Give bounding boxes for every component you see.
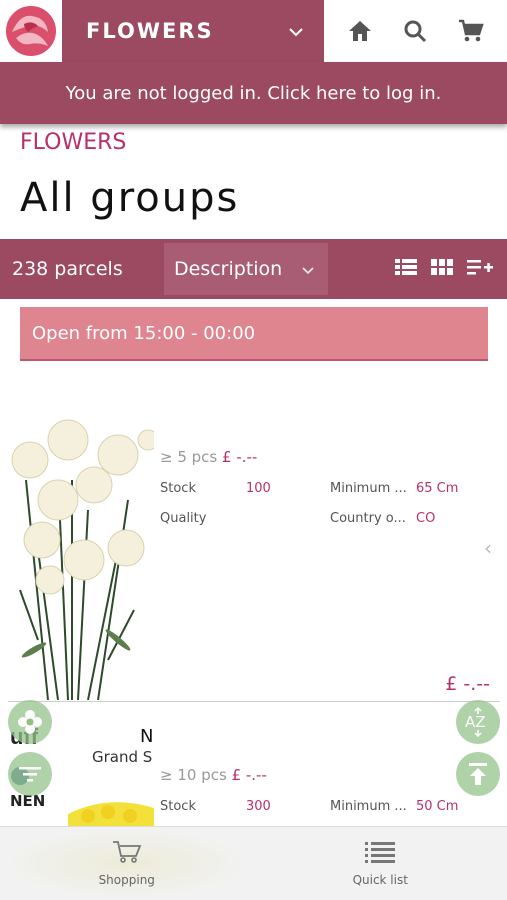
- price-line: ≥ 5 pcs £ -.--: [160, 448, 257, 466]
- opening-hours-banner: Open from 15:00 - 00:00: [20, 307, 488, 361]
- total-price: £ -.--: [445, 673, 490, 695]
- svg-text:AZ: AZ: [465, 713, 486, 731]
- price-quantity: ≥ 5 pcs: [160, 448, 218, 466]
- minimum-label: Minimum ...: [330, 481, 407, 496]
- product-image[interactable]: [8, 400, 154, 700]
- minimum-value: 50 Cm: [416, 799, 459, 814]
- stock-label: Stock: [160, 481, 196, 496]
- bottom-navigation: Shopping Quick list: [0, 826, 507, 900]
- unit-price: £ -.--: [231, 766, 267, 784]
- search-icon[interactable]: [397, 13, 433, 49]
- nav-shopping-label: Shopping: [98, 873, 155, 887]
- flower-filter-icon[interactable]: [8, 700, 52, 744]
- category-selector[interactable]: FLOWERS: [62, 0, 324, 62]
- price-line: ≥ 10 pcs £ -.--: [160, 766, 267, 784]
- category-title: FLOWERS: [86, 19, 214, 43]
- quality-label: Quality: [160, 511, 207, 526]
- add-to-list-icon[interactable]: [467, 258, 493, 280]
- cart-icon[interactable]: [453, 13, 489, 49]
- filter-icon[interactable]: [8, 752, 52, 796]
- header-icons: [324, 0, 507, 62]
- top-bar: FLOWERS: [0, 0, 507, 62]
- product-subname: Grand S: [92, 748, 153, 766]
- chevron-left-icon[interactable]: ‹: [484, 536, 492, 560]
- list-toolbar: 238 parcels Description: [0, 239, 507, 299]
- product-card[interactable]: ≥ 5 pcs £ -.-- Stock 100 Minimum ... 65 …: [8, 400, 500, 702]
- login-banner[interactable]: You are not logged in. Click here to log…: [0, 62, 507, 124]
- product-card[interactable]: uff NEN N Grand S ≥ 10 pcs £ -.-- Stock …: [8, 704, 500, 834]
- minimum-label: Minimum ...: [330, 799, 407, 814]
- list-view-icon[interactable]: [395, 258, 417, 280]
- grid-view-icon[interactable]: [431, 258, 453, 280]
- country-value: CO: [416, 511, 436, 526]
- minimum-value: 65 Cm: [416, 481, 459, 496]
- cart-icon: [112, 840, 142, 867]
- scroll-top-icon[interactable]: [456, 752, 500, 796]
- price-quantity: ≥ 10 pcs: [160, 766, 227, 784]
- stock-label: Stock: [160, 799, 196, 814]
- sort-select-label: Description: [174, 258, 283, 280]
- nav-quick-list-label: Quick list: [352, 873, 408, 887]
- stock-value: 100: [246, 481, 271, 496]
- view-switcher: [395, 258, 507, 280]
- rose-logo[interactable]: [0, 0, 62, 62]
- sort-select[interactable]: Description: [164, 243, 328, 295]
- nav-shopping[interactable]: Shopping: [0, 827, 254, 900]
- stock-value: 300: [246, 799, 271, 814]
- chevron-down-icon: [288, 22, 304, 41]
- page-title: All groups: [20, 175, 240, 221]
- nav-quick-list[interactable]: Quick list: [254, 827, 507, 900]
- home-icon[interactable]: [342, 13, 378, 49]
- unit-price: £ -.--: [222, 448, 258, 466]
- parcel-count: 238 parcels: [12, 258, 123, 280]
- breadcrumb[interactable]: FLOWERS: [20, 130, 126, 155]
- product-name: N: [140, 726, 154, 747]
- chevron-down-icon: [302, 258, 314, 280]
- list-icon: [365, 840, 396, 867]
- sort-az-icon[interactable]: AZ: [456, 700, 500, 744]
- country-label: Country o...: [330, 511, 406, 526]
